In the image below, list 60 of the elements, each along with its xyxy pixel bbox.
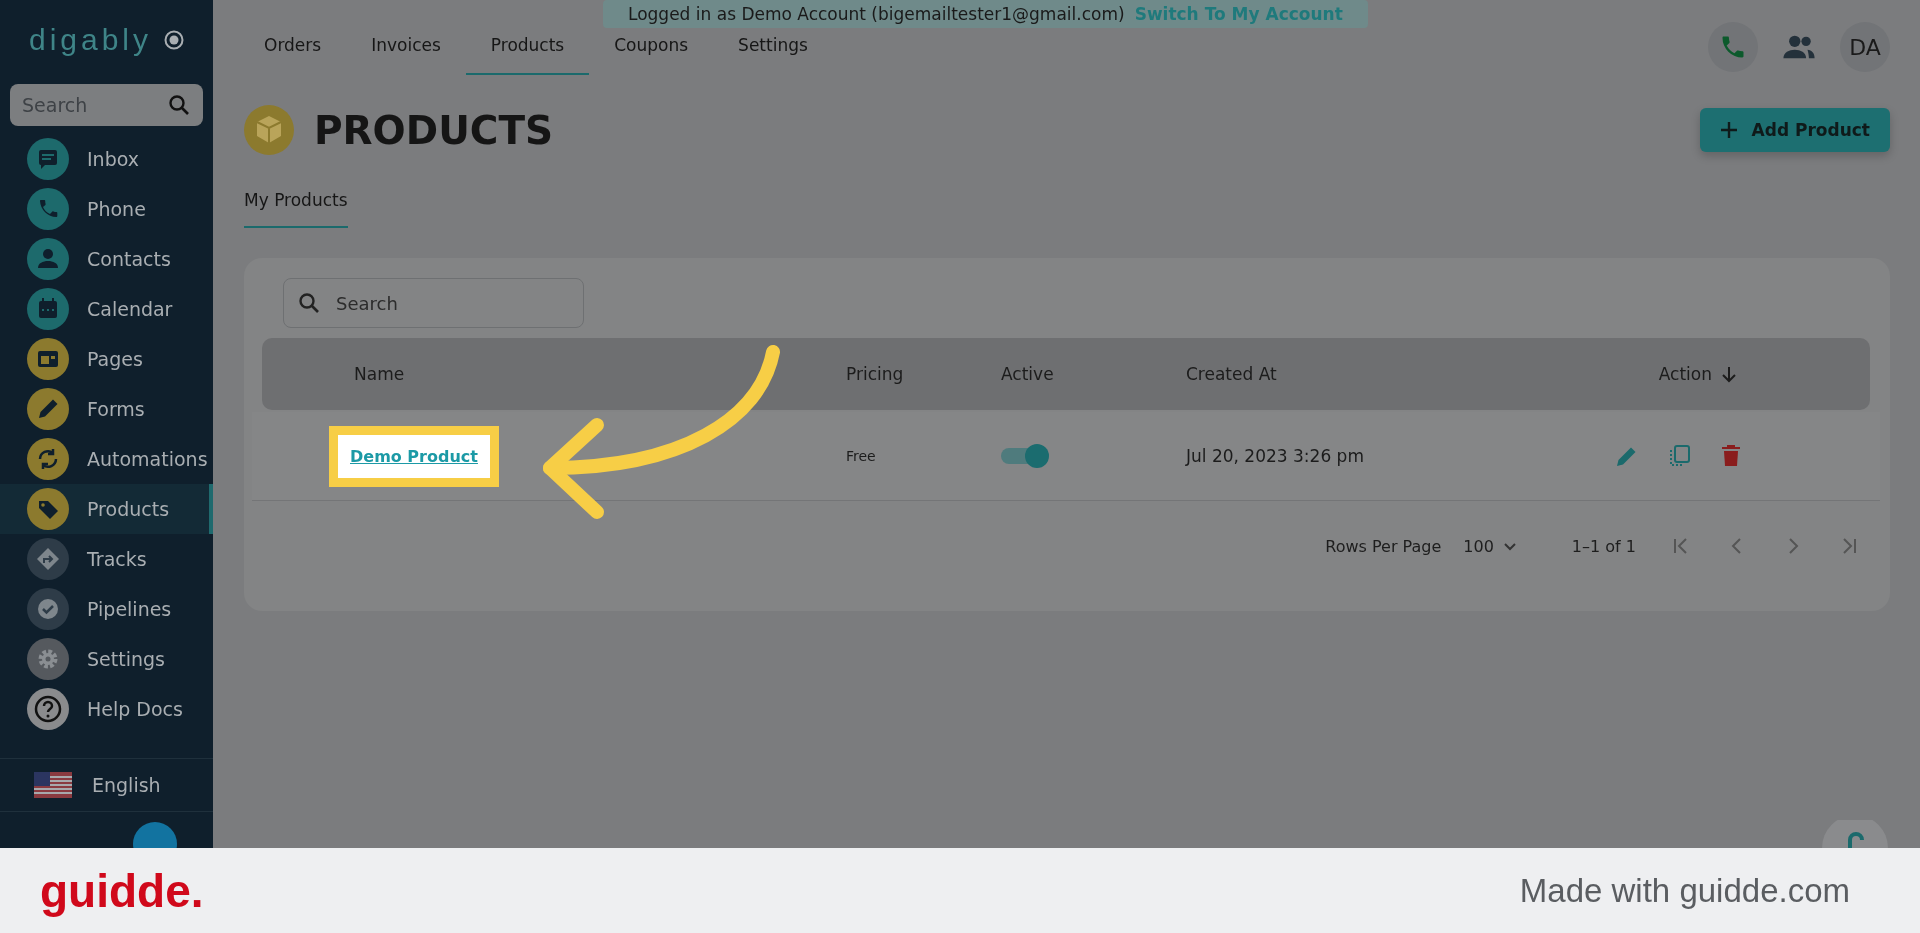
logo: digably xyxy=(28,23,153,57)
search-field[interactable]: Search xyxy=(283,278,584,328)
gear-icon xyxy=(27,638,69,680)
nav-tab[interactable]: Settings xyxy=(713,30,833,75)
banner-text: Logged in as Demo Account (bigemailtester1@gmail.com) xyxy=(628,4,1125,24)
sidebar-item[interactable]: Pages xyxy=(0,334,213,384)
radio-icon xyxy=(164,30,185,50)
check-circle-icon xyxy=(27,588,69,630)
direction-sign-icon xyxy=(27,538,69,580)
sync-icon xyxy=(27,438,69,480)
help-icon xyxy=(27,688,69,730)
sidebar-item[interactable]: Forms xyxy=(0,384,213,434)
product-link[interactable]: Demo Product xyxy=(350,446,478,466)
rows-per-page-label: Rows Per Page xyxy=(1325,536,1442,556)
column-header: Active xyxy=(1001,364,1054,384)
search-field[interactable]: Search xyxy=(10,84,203,126)
user-avatar[interactable]: DA xyxy=(1840,22,1890,72)
person-icon xyxy=(27,238,69,280)
search-icon xyxy=(167,93,191,117)
pencil-icon xyxy=(27,388,69,430)
layout-icon xyxy=(27,338,69,380)
table-cell-text: Free xyxy=(846,448,877,464)
flag-icon xyxy=(34,772,72,798)
table-cell-text: Jul 20, 2023 3:26 pm xyxy=(1186,446,1365,466)
column-header: Name xyxy=(354,364,405,384)
sidebar-item[interactable]: Automations xyxy=(0,434,213,484)
box-icon xyxy=(244,105,294,155)
page-tab[interactable]: My Products xyxy=(244,180,348,228)
phone-icon xyxy=(27,188,69,230)
column-header[interactable]: Action xyxy=(1658,364,1712,384)
sidebar-item[interactable]: Contacts xyxy=(0,234,213,284)
phone-button[interactable] xyxy=(1708,22,1758,72)
sort-arrow-icon[interactable] xyxy=(1720,365,1738,383)
chat-icon xyxy=(27,138,69,180)
sidebar-item[interactable]: Help Docs xyxy=(0,684,213,734)
plus-icon xyxy=(1719,121,1738,139)
sidebar-item[interactable]: Tracks xyxy=(0,534,213,584)
page-range: 1–1 of 1 xyxy=(1571,536,1636,556)
column-header: Pricing xyxy=(846,364,904,384)
sidebar-item[interactable]: Products xyxy=(0,484,213,534)
sidebar-item[interactable]: Inbox xyxy=(0,134,213,184)
guidde-logo: guidde. xyxy=(40,863,204,918)
chat-launcher[interactable] xyxy=(1820,820,1890,848)
calendar-icon xyxy=(27,288,69,330)
made-with-text: Made with guidde.com xyxy=(1519,871,1850,910)
sidebar-item[interactable]: Phone xyxy=(0,184,213,234)
active-toggle[interactable] xyxy=(1001,443,1047,469)
page-title: PRODUCTS xyxy=(314,107,554,153)
nav-tab[interactable]: Products xyxy=(465,30,590,75)
tag-icon xyxy=(27,488,69,530)
column-header: Created At xyxy=(1186,364,1277,384)
nav-tab[interactable]: Coupons xyxy=(589,30,714,75)
language-label[interactable]: English xyxy=(92,774,161,796)
sidebar-item[interactable]: Pipelines xyxy=(0,584,213,634)
search-icon xyxy=(297,291,321,315)
nav-tab[interactable]: Orders xyxy=(244,30,347,75)
nav-tab[interactable]: Invoices xyxy=(346,30,466,75)
sidebar-item[interactable]: Calendar xyxy=(0,284,213,334)
rows-per-page-select[interactable]: 100 xyxy=(1457,535,1524,557)
sidebar-item[interactable]: Settings xyxy=(0,634,213,684)
